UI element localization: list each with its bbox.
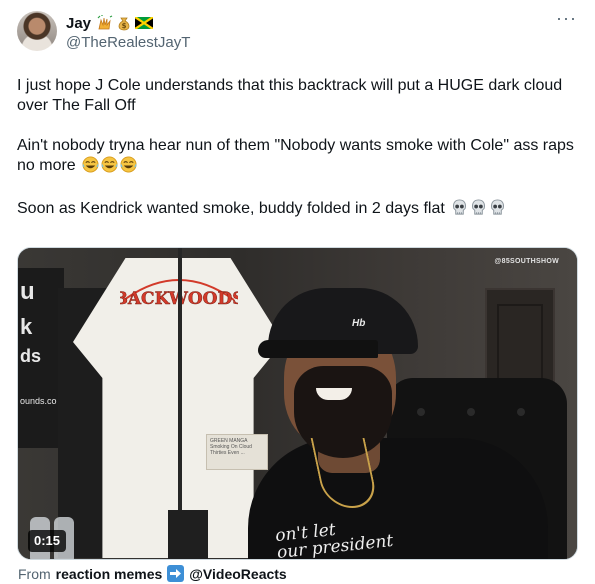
avatar[interactable] [17, 11, 57, 51]
tears-of-joy-emoji [101, 156, 118, 179]
svg-text:$: $ [122, 22, 127, 30]
author-name-row[interactable]: Jay $ [66, 13, 154, 33]
arrow-right-icon [167, 565, 185, 582]
show-watermark: @85SOUTHSHOW [494, 258, 559, 265]
raised-hands-emoji [97, 15, 113, 30]
attribution-source-link[interactable]: reaction memes [56, 566, 163, 582]
money-bag-emoji: $ [118, 17, 130, 31]
video-duration-badge: 0:15 [28, 530, 67, 552]
tears-of-joy-emoji [120, 156, 137, 179]
cap-logo: Hb [352, 318, 366, 329]
author-display-name[interactable]: Jay [66, 15, 91, 32]
tweet-paragraph: Soon as Kendrick wanted smoke, buddy fol… [17, 199, 577, 222]
jamaica-flag-emoji [135, 17, 154, 29]
skull-emoji [470, 199, 487, 222]
name-emojis: $ [97, 15, 154, 31]
tweet-text: I just hope J Cole understands that this… [17, 76, 577, 222]
clothes-rack-base [168, 510, 208, 559]
video-player[interactable]: u k ds ounds.co BACKWOODS GREEN MANGA Sm… [17, 247, 578, 560]
skull-emoji [489, 199, 506, 222]
tweet-paragraph: I just hope J Cole understands that this… [17, 77, 563, 114]
video-attribution[interactable]: From reaction memes @VideoReacts [18, 565, 287, 582]
attribution-prefix: From [18, 565, 51, 582]
attribution-handle-link[interactable]: @VideoReacts [189, 566, 286, 582]
tears-of-joy-emoji [82, 156, 99, 179]
tweet-card[interactable]: Jay $ @TheRealestJayT ··· I just hope J … [0, 0, 595, 584]
more-options-button[interactable]: ··· [556, 8, 577, 29]
skull-emoji [451, 199, 468, 222]
cap-brim [258, 340, 378, 358]
tweet-paragraph: Ain't nobody tryna hear nun of them "Nob… [17, 136, 577, 179]
author-handle[interactable]: @TheRealestJayT [66, 34, 190, 51]
shirt-tag: GREEN MANGA Smoking On Cloud Thirties Ev… [206, 434, 268, 470]
